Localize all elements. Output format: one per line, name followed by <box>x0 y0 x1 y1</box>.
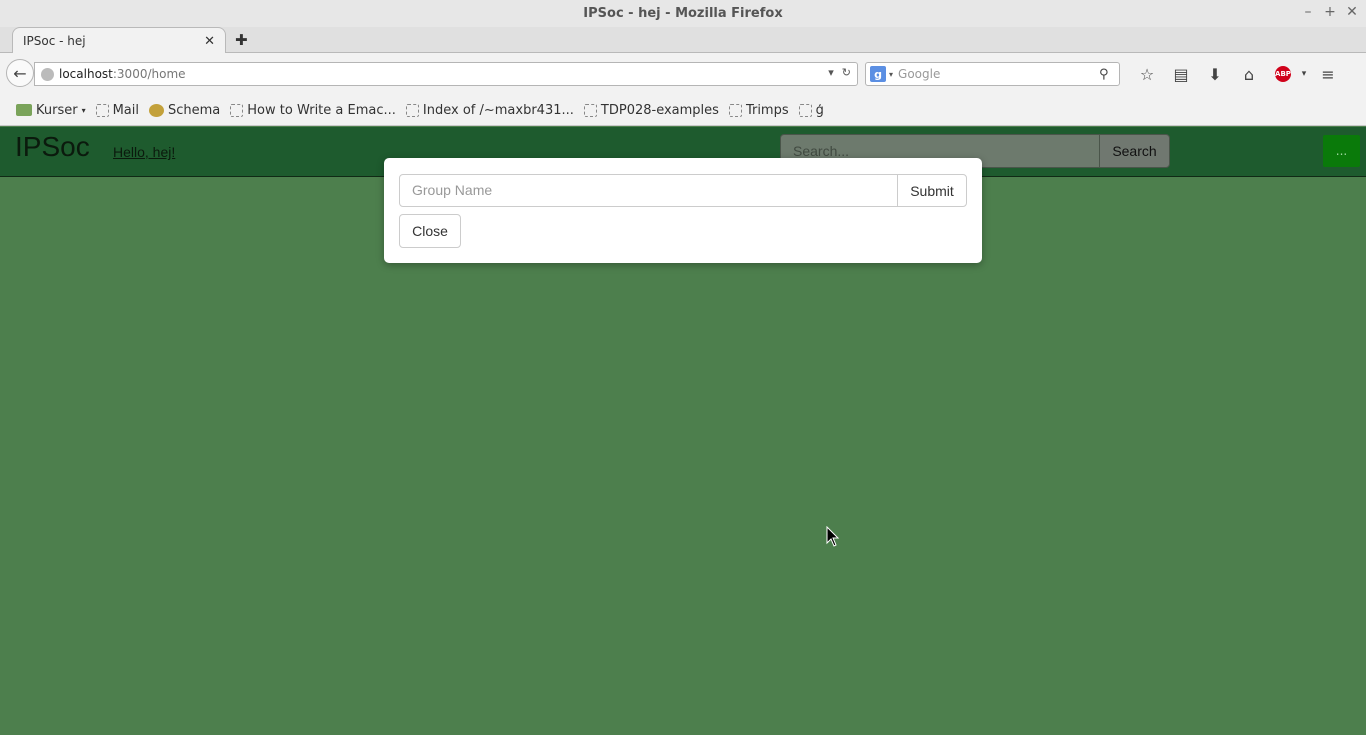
hamburger-menu-icon[interactable]: ≡ <box>1311 62 1345 86</box>
back-arrow-icon: ← <box>13 63 27 83</box>
toolbar-icons: ☆ ▤ ⬇ ⌂ ABP ▾ ≡ <box>1130 62 1345 86</box>
url-path: :3000/home <box>112 67 186 81</box>
more-menu-button[interactable]: ... <box>1323 135 1360 167</box>
home-icon[interactable]: ⌂ <box>1232 62 1266 86</box>
url-dropdown-icon[interactable]: ▾ <box>828 66 834 79</box>
brand-logo[interactable]: IPSoc <box>15 131 90 163</box>
bookmark-star-icon[interactable]: ☆ <box>1130 62 1164 86</box>
bookmark-trimps[interactable]: Trimps <box>728 102 789 118</box>
page-icon <box>798 103 812 117</box>
window-title: IPSoc - hej - Mozilla Firefox <box>583 6 783 21</box>
page-icon <box>583 103 597 117</box>
bookmark-g[interactable]: ģ <box>798 102 824 118</box>
submit-button[interactable]: Submit <box>897 174 967 207</box>
search-icon[interactable]: ⚲ <box>1099 67 1119 82</box>
chevron-down-icon: ▾ <box>81 105 86 115</box>
downloads-icon[interactable]: ⬇ <box>1198 62 1232 86</box>
tab-label: IPSoc - hej <box>23 34 86 48</box>
web-search-box[interactable]: g ▾ Google ⚲ <box>865 62 1120 86</box>
bookmark-emacs[interactable]: How to Write a Emac... <box>230 103 396 118</box>
bookmark-index[interactable]: Index of /~maxbr431... <box>405 102 574 118</box>
mouse-cursor-icon <box>826 526 840 547</box>
bookmark-label: Trimps <box>745 102 789 118</box>
page-icon <box>230 103 244 117</box>
url-bar[interactable]: localhost :3000/home ▾ ↻ <box>34 62 858 86</box>
url-host: localhost <box>59 67 113 81</box>
window-controls: – + ✕ <box>1302 4 1358 20</box>
adblock-icon[interactable]: ABP <box>1275 66 1291 82</box>
greeting-link[interactable]: Hello, hej! <box>113 144 175 160</box>
web-search-input[interactable]: Google <box>898 67 1099 81</box>
adblock-dropdown-icon[interactable]: ▾ <box>1297 62 1311 86</box>
folder-icon <box>16 104 32 116</box>
tab-close-icon[interactable]: ✕ <box>204 34 215 49</box>
minimize-icon[interactable]: – <box>1302 4 1314 20</box>
bookmarks-toolbar: Kurser ▾ Mail Schema How to Write a Emac… <box>0 95 1366 126</box>
bookmark-schema[interactable]: Schema <box>149 103 220 118</box>
bookmark-tdp028[interactable]: TDP028-examples <box>583 102 719 118</box>
bookmark-label: TDP028-examples <box>600 102 719 118</box>
maximize-icon[interactable]: + <box>1324 4 1336 20</box>
globe-icon <box>41 67 54 81</box>
bookmark-label: Kurser <box>36 102 78 118</box>
page-icon <box>405 103 419 117</box>
bookmark-mail[interactable]: Mail <box>95 102 139 118</box>
schema-icon <box>149 103 164 117</box>
reading-list-icon[interactable]: ▤ <box>1164 62 1198 86</box>
page-icon <box>95 103 109 117</box>
back-button[interactable]: ← <box>6 59 34 87</box>
tab-ipsoc[interactable]: IPSoc - hej ✕ <box>12 27 226 54</box>
search-engine-dropdown-icon[interactable]: ▾ <box>889 70 893 79</box>
bookmark-label: Index of /~maxbr431... <box>422 102 574 118</box>
bookmark-kurser[interactable]: Kurser ▾ <box>16 103 86 118</box>
app-search-button[interactable]: Search <box>1099 134 1170 168</box>
close-window-icon[interactable]: ✕ <box>1346 4 1358 20</box>
bookmark-label: Mail <box>112 102 139 118</box>
bookmark-label: Schema <box>168 102 221 118</box>
page-content: IPSoc Hello, hej! Search... Search ... G… <box>0 127 1366 735</box>
google-icon[interactable]: g <box>870 66 886 82</box>
close-button[interactable]: Close <box>399 214 461 248</box>
create-group-modal: Group Name Submit Close <box>384 158 982 263</box>
tab-strip: IPSoc - hej ✕ ✚ <box>0 27 1366 54</box>
window-titlebar: IPSoc - hej - Mozilla Firefox – + ✕ <box>0 0 1366 27</box>
new-tab-icon[interactable]: ✚ <box>235 31 248 49</box>
page-icon <box>728 103 742 117</box>
group-name-input[interactable]: Group Name <box>399 174 898 207</box>
bookmark-label: How to Write a Emac... <box>247 102 396 118</box>
reload-icon[interactable]: ↻ <box>842 66 851 79</box>
bookmark-label: ģ <box>815 102 824 118</box>
navigation-toolbar: ← localhost :3000/home ▾ ↻ g ▾ Google ⚲ … <box>0 53 1366 95</box>
